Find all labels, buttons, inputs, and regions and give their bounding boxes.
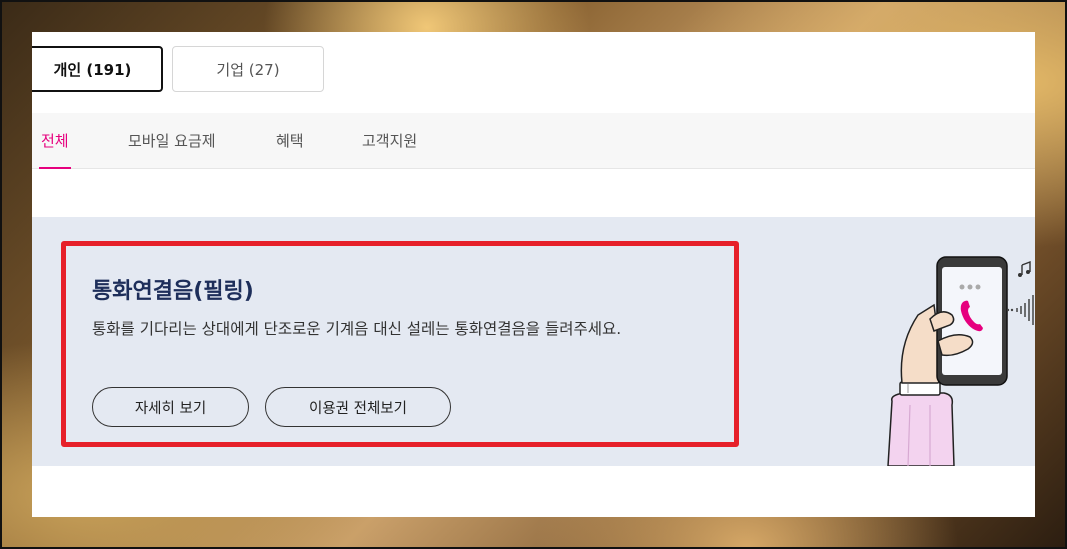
banner-description: 통화를 기다리는 상대에게 단조로운 기계음 대신 설레는 통화연결음을 들려주… <box>92 320 622 338</box>
tab-all[interactable]: 전체 <box>39 113 71 169</box>
tab-customer-support[interactable]: 고객지원 <box>362 113 417 169</box>
view-details-button[interactable]: 자세히 보기 <box>92 387 249 427</box>
segment-personal-tab[interactable]: 개인 (191) <box>32 46 163 92</box>
phone-call-illustration <box>887 256 1034 466</box>
tab-mobile-plans[interactable]: 모바일 요금제 <box>128 113 216 169</box>
tab-benefits[interactable]: 혜택 <box>276 113 304 169</box>
category-nav: 전체 모바일 요금제 혜택 고객지원 <box>32 113 1035 169</box>
view-all-passes-button[interactable]: 이용권 전체보기 <box>265 387 451 427</box>
segment-business-tab[interactable]: 기업 (27) <box>172 46 324 92</box>
search-results-panel: 개인 (191) 기업 (27) 전체 모바일 요금제 혜택 고객지원 통화연결… <box>32 32 1035 517</box>
banner-title: 통화연결음(필링) <box>92 279 254 304</box>
ringback-banner: 통화연결음(필링) 통화를 기다리는 상대에게 단조로운 기계음 대신 설레는 … <box>32 217 1035 466</box>
